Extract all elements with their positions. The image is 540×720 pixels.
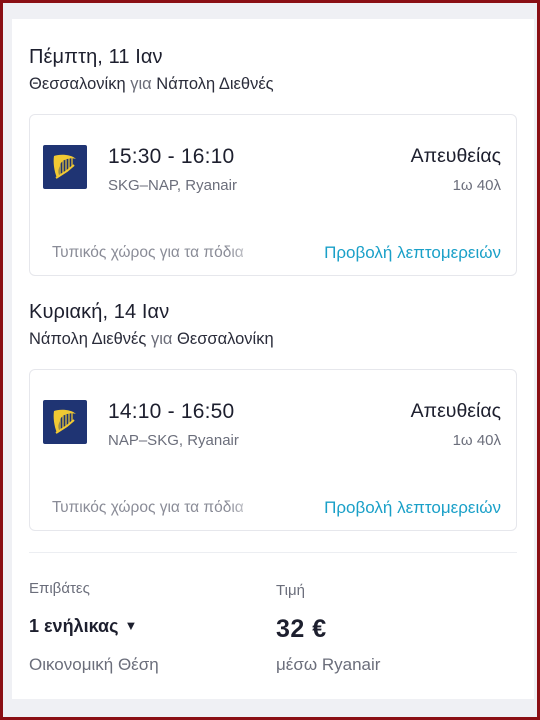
outbound-connector: για — [130, 75, 152, 93]
outbound-flight-card[interactable]: 15:30 - 16:10 SKG–NAP, Ryanair Απευθείας… — [29, 114, 517, 276]
return-view-details-link[interactable]: Προβολή λεπτομερειών — [324, 498, 501, 518]
return-date: Κυριακή, 14 Ιαν — [29, 301, 170, 323]
return-duration: 1ω 40λ — [452, 432, 501, 449]
return-legroom-info: Τυπικός χώρος για τα πόδια — [52, 499, 264, 517]
return-stops: Απευθείας — [410, 400, 501, 422]
passengers-dropdown[interactable]: 1 ενήλικας ▼ — [29, 616, 137, 637]
harp-icon — [53, 154, 76, 179]
price-value: 32 € — [276, 615, 327, 643]
harp-icon — [53, 409, 76, 434]
booking-provider: μέσω Ryanair — [276, 655, 381, 674]
return-flight-card[interactable]: 14:10 - 16:50 NAP–SKG, Ryanair Απευθείας… — [29, 369, 517, 531]
return-origin: Νάπολη Διεθνές — [29, 330, 147, 348]
return-airports-airline: NAP–SKG, Ryanair — [108, 432, 239, 449]
price-label: Τιμή — [276, 582, 305, 599]
passengers-value: 1 ενήλικας — [29, 616, 119, 636]
return-times: 14:10 - 16:50 — [108, 400, 235, 423]
outbound-airports-airline: SKG–NAP, Ryanair — [108, 177, 237, 194]
cabin-class: Οικονομική Θέση — [29, 655, 159, 674]
return-connector: για — [150, 330, 173, 348]
ryanair-logo-icon — [43, 400, 87, 444]
outbound-times: 15:30 - 16:10 — [108, 145, 235, 168]
outbound-stops: Απευθείας — [410, 145, 501, 167]
return-destination: Θεσσαλονίκη — [177, 330, 274, 348]
passengers-label: Επιβάτες — [29, 580, 90, 597]
screenshot-frame: Πέμπτη, 11 Ιαν Θεσσαλονίκη για Νάπολη Δι… — [0, 0, 540, 720]
summary-divider — [29, 552, 517, 553]
outbound-duration: 1ω 40λ — [452, 177, 501, 194]
return-route: Νάπολη Διεθνές για Θεσσαλονίκη — [29, 330, 274, 349]
outbound-view-details-link[interactable]: Προβολή λεπτομερειών — [324, 243, 501, 263]
ryanair-logo-icon — [43, 145, 87, 189]
outbound-origin: Θεσσαλονίκη — [29, 75, 126, 93]
outbound-legroom-info: Τυπικός χώρος για τα πόδια — [52, 244, 264, 262]
itinerary-panel: Πέμπτη, 11 Ιαν Θεσσαλονίκη για Νάπολη Δι… — [12, 19, 534, 699]
outbound-route: Θεσσαλονίκη για Νάπολη Διεθνές — [29, 75, 274, 94]
outbound-destination: Νάπολη Διεθνές — [156, 75, 274, 93]
outbound-date: Πέμπτη, 11 Ιαν — [29, 46, 163, 68]
caret-down-icon: ▼ — [124, 618, 138, 633]
